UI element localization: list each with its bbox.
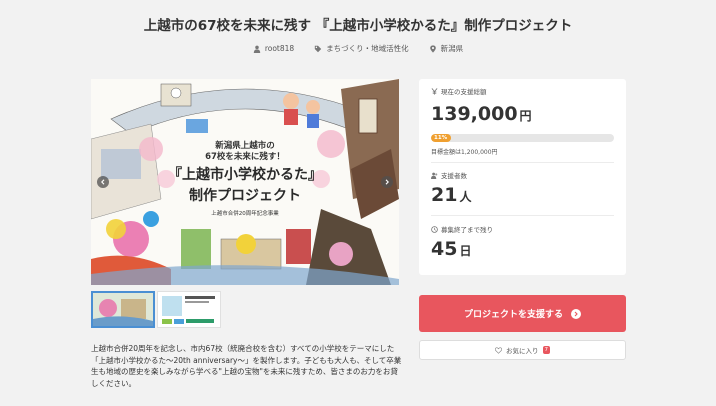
remaining-value: 45 — [431, 238, 458, 260]
divider — [431, 162, 614, 163]
tag-icon — [314, 45, 322, 52]
project-meta: root818 まちづくり・地域活性化 新潟県 — [0, 43, 716, 54]
supporters-count: 21 人 — [431, 184, 471, 206]
hero-subtitle-2: 67校を未来に残す！ — [205, 152, 285, 162]
raised-label-text: 現在の支援総額 — [441, 88, 487, 96]
hero-subtitle-1: 新潟県上越市の — [215, 141, 275, 151]
supporters-label-text: 支援者数 — [441, 172, 467, 180]
map-pin-icon — [429, 44, 436, 53]
goal-amount: 目標金額は1,200,000円 — [431, 149, 498, 156]
chevron-left-icon — [101, 179, 105, 185]
raised-unit: 円 — [519, 109, 532, 123]
progress-percent: 11% — [434, 135, 448, 141]
category-link[interactable]: まちづくり・地域活性化 — [314, 43, 409, 54]
clock-icon — [431, 225, 438, 233]
prev-image-button[interactable] — [97, 176, 109, 188]
user-icon — [253, 45, 261, 53]
supporters-label: 支援者数 — [431, 170, 467, 180]
raised-value: 139,000 — [431, 103, 518, 125]
project-title: 上越市の67校を未来に残す 『上越市小学校かるた』制作プロジェクト — [143, 18, 573, 34]
users-icon — [431, 172, 438, 179]
main-image[interactable]: 新潟県上越市の 67校を未来に残す！ 『上越市小学校かるた』 制作プロジェクト … — [91, 79, 399, 285]
stats-panel: 現在の支援総額 139,000 円 11% 目標金額は1,200,000円 支援者… — [419, 79, 626, 275]
category-name: まちづくり・地域活性化 — [326, 44, 409, 53]
hero-caption: 新潟県上越市の 67校を未来に残す！ 『上越市小学校かるた』 制作プロジェクト … — [91, 141, 399, 217]
supporters-value: 21 — [431, 184, 458, 206]
remaining-label-text: 募集終了まで残り — [441, 226, 493, 234]
hero-title-1: 『上越市小学校かるた』 — [168, 167, 322, 183]
thumbnail-2[interactable] — [157, 291, 221, 328]
divider — [431, 215, 614, 216]
next-image-button[interactable] — [381, 176, 393, 188]
thumbnail-image — [93, 293, 153, 326]
remaining-days: 45 日 — [431, 238, 471, 260]
raised-label: 現在の支援総額 — [431, 86, 487, 96]
location-link[interactable]: 新潟県 — [429, 43, 464, 54]
thumbnail-image — [158, 292, 220, 327]
author-name: root818 — [264, 44, 295, 53]
chevron-right-icon — [385, 179, 389, 185]
progress-bar — [431, 134, 614, 142]
hero-note: 上越市合併20周年記念事業 — [211, 211, 279, 217]
location-name: 新潟県 — [440, 44, 464, 53]
favorite-label: お気に入り — [506, 347, 539, 355]
remaining-unit: 日 — [459, 244, 472, 258]
support-project-button[interactable]: プロジェクトを支援する — [419, 295, 626, 332]
heart-icon — [495, 346, 502, 354]
hero-title-2: 制作プロジェクト — [189, 188, 301, 204]
raised-amount: 139,000 円 — [431, 103, 532, 125]
author-link[interactable]: root818 — [253, 43, 294, 54]
arrow-right-icon — [571, 308, 581, 319]
yen-icon — [431, 87, 438, 95]
favorite-count: 7 — [542, 346, 550, 354]
support-button-label: プロジェクトを支援する — [463, 310, 563, 320]
thumbnail-1[interactable] — [91, 291, 155, 328]
project-description: 上越市合併20周年を記念し、市内67校（統廃合校を含む）すべての小学校をテーマに… — [91, 344, 402, 389]
supporters-unit: 人 — [459, 190, 472, 204]
favorite-button[interactable]: お気に入り 7 — [419, 340, 626, 360]
remaining-label: 募集終了まで残り — [431, 224, 493, 234]
